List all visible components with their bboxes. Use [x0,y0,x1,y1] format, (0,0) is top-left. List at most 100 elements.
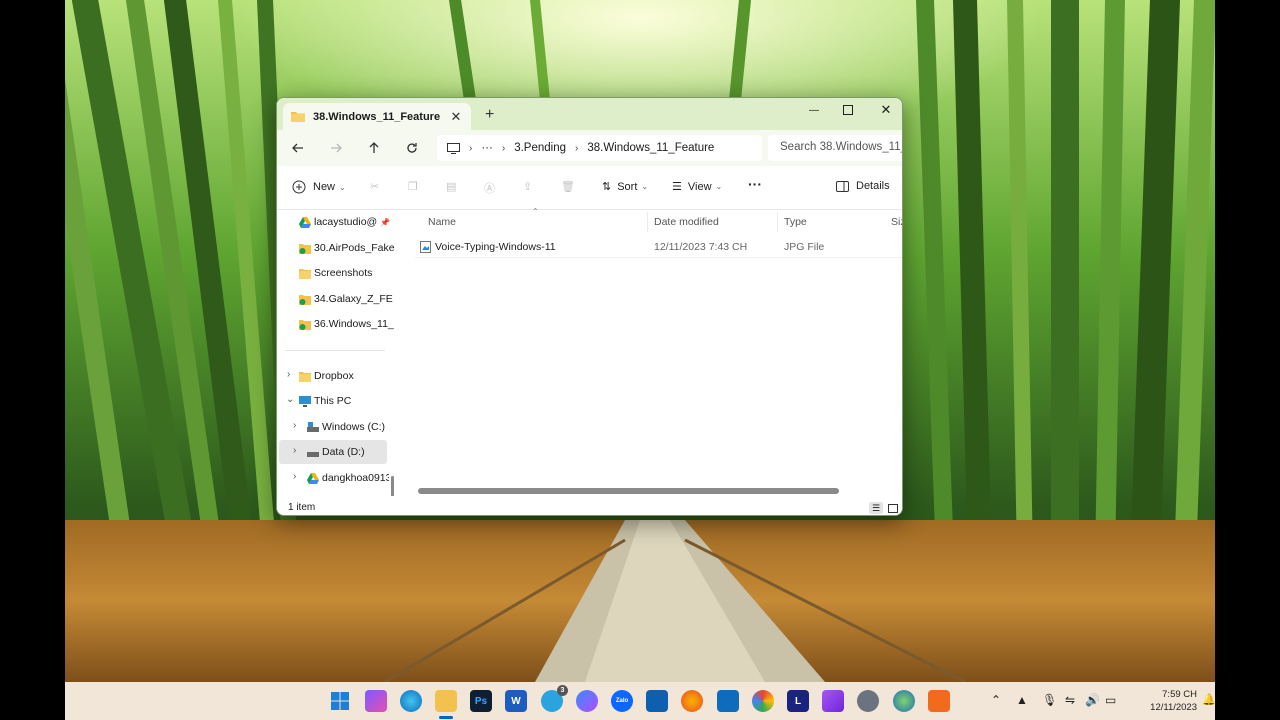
sidebar-item-this-pc[interactable]: This PC [299,389,409,413]
sidebar-item-dropbox[interactable]: Dropbox [299,364,409,388]
chevron-down-icon[interactable]: ⌄ [286,394,294,405]
share-button[interactable]: ⇪ [523,180,532,193]
chevron-right-icon[interactable]: › [293,445,296,456]
search-input[interactable]: Search 38.Windows_11_F [768,135,902,161]
delete-button[interactable]: 🗑 [561,180,575,193]
file-type: JPG File [784,241,825,253]
breadcrumb-overflow[interactable]: ··· [481,142,493,154]
details-view-button[interactable]: ☰ [869,502,883,514]
column-separator[interactable] [777,212,778,232]
google-drive-tray-icon[interactable]: ▲ [1016,693,1028,707]
lens-icon[interactable]: L [787,690,809,712]
chevron-up-icon[interactable]: ⌃ [991,693,1001,707]
zalo-icon[interactable]: Zalo [611,690,633,712]
paste-button[interactable]: ▤ [446,180,456,193]
network-icon[interactable]: ⇋ [1065,693,1075,707]
sidebar-item-airpods[interactable]: 30.AirPods_Fake [299,236,409,260]
sidebar-item-label: Dropbox [314,370,354,382]
clock[interactable]: 7:59 CH 12/11/2023 [1125,688,1197,714]
chevron-right-icon[interactable]: › [293,471,296,482]
store-icon[interactable] [646,690,668,712]
chevron-down-icon: ⌄ [339,182,346,192]
copy-button[interactable]: ❐ [408,180,418,193]
tab-close-button[interactable]: ✕ [449,109,463,125]
word-icon[interactable]: W [505,690,527,712]
status-bar: 1 item [277,496,902,515]
breadcrumb-item[interactable]: 3.Pending [514,142,566,154]
minimize-button[interactable]: — [795,98,833,122]
column-header-name[interactable]: Name [428,216,456,228]
microphone-icon[interactable]: 🎙 [1042,693,1057,707]
file-list: ⌃ Name Date modified Type Siz Voice-Typi… [401,207,902,495]
google-drive-icon [307,472,319,484]
rename-button[interactable]: Ⓐ [484,180,495,196]
speaker-icon[interactable]: 🔊 [1085,693,1100,707]
desktop: 38.Windows_11_Feature ✕ + — ✕ › ··· › 3.… [65,0,1215,720]
active-indicator [439,716,453,719]
sidebar-item-label: Windows (C:) [322,421,386,433]
breadcrumb[interactable]: › ··· › 3.Pending › 38.Windows_11_Featur… [437,135,762,161]
horizontal-scrollbar[interactable] [418,488,839,494]
details-button[interactable]: Details [836,180,890,192]
column-separator[interactable] [647,212,648,232]
photoshop-icon[interactable]: Ps [470,690,492,712]
tab-current-folder[interactable]: 38.Windows_11_Feature ✕ [283,103,471,130]
up-button[interactable] [363,138,385,158]
pen-app-icon[interactable] [822,690,844,712]
refresh-icon [407,143,417,153]
sidebar-item-windows-11[interactable]: 36.Windows_11_ [299,312,409,336]
globe-app-icon[interactable] [893,690,915,712]
refresh-button[interactable] [401,138,423,158]
notification-badge: 3 [557,685,568,696]
arrow-left-icon [292,143,303,153]
sidebar-item-galaxy[interactable]: 34.Galaxy_Z_FE [299,287,409,311]
new-tab-button[interactable]: + [485,106,494,124]
thumbnail-view-button[interactable] [886,502,900,514]
sidebar-item-label: 30.AirPods_Fake [314,242,395,254]
sidebar-item-label: Data (D:) [322,446,365,458]
synced-folder-icon [299,243,311,254]
start-button[interactable] [329,690,351,712]
file-explorer-window: 38.Windows_11_Feature ✕ + — ✕ › ··· › 3.… [276,97,903,516]
drive-icon [307,421,319,432]
synced-folder-icon [299,319,311,330]
maximize-button[interactable] [829,98,867,122]
copilot-icon[interactable] [365,690,387,712]
sort-icon: ⇅ [602,181,612,193]
taskbar: Ps W 3 Zalo L ⌃ ▲ 🎙 ⇋ 🔊 ▭ 7:59 CH 12/11/… [65,682,1215,720]
battery-icon[interactable]: ▭ [1105,693,1116,707]
back-button[interactable] [287,138,309,158]
outlook-icon[interactable] [717,690,739,712]
forward-button[interactable] [325,138,347,158]
column-header-type[interactable]: Type [784,216,807,228]
close-icon: ✕ [880,102,892,117]
photos-icon[interactable] [752,690,774,712]
view-button[interactable]: ☰ View ⌄ [672,180,722,194]
settings-gear-icon[interactable] [857,690,879,712]
sort-button[interactable]: ⇅ Sort ⌄ [602,180,648,194]
folder-icon [299,371,311,382]
firefox-icon[interactable] [681,690,703,712]
edge-icon[interactable] [400,690,422,712]
sidebar-item-lacaystudio[interactable]: lacaystudio@ 📌 [299,210,409,234]
title-bar[interactable]: 38.Windows_11_Feature ✕ + — ✕ [277,98,902,130]
orange-app-icon[interactable] [928,690,950,712]
notification-bell-icon[interactable]: 🔔 [1202,693,1215,706]
table-row[interactable]: Voice-Typing-Windows-11 12/11/2023 7:43 … [415,236,902,258]
file-explorer-icon[interactable] [435,690,457,712]
messenger-icon[interactable] [576,690,598,712]
column-header-size[interactable]: Siz [891,216,902,228]
breadcrumb-item[interactable]: 38.Windows_11_Feature [587,142,714,154]
cut-button[interactable]: ✂ [370,180,379,193]
sidebar-item-screenshots[interactable]: Screenshots [299,261,409,285]
telegram-icon[interactable]: 3 [541,685,568,712]
sidebar-item-data-d[interactable]: › Data (D:) [279,440,387,464]
new-button[interactable]: New ⌄ [292,180,346,194]
column-header-date[interactable]: Date modified [654,216,719,228]
chevron-right-icon[interactable]: › [287,369,290,380]
sidebar-item-dangkhoa[interactable]: dangkhoa0913 [307,466,389,490]
more-options-button[interactable]: ··· [748,176,762,192]
chevron-right-icon[interactable]: › [293,420,296,431]
close-window-button[interactable]: ✕ [867,98,902,122]
sidebar-item-windows-c[interactable]: Windows (C:) [307,415,389,439]
